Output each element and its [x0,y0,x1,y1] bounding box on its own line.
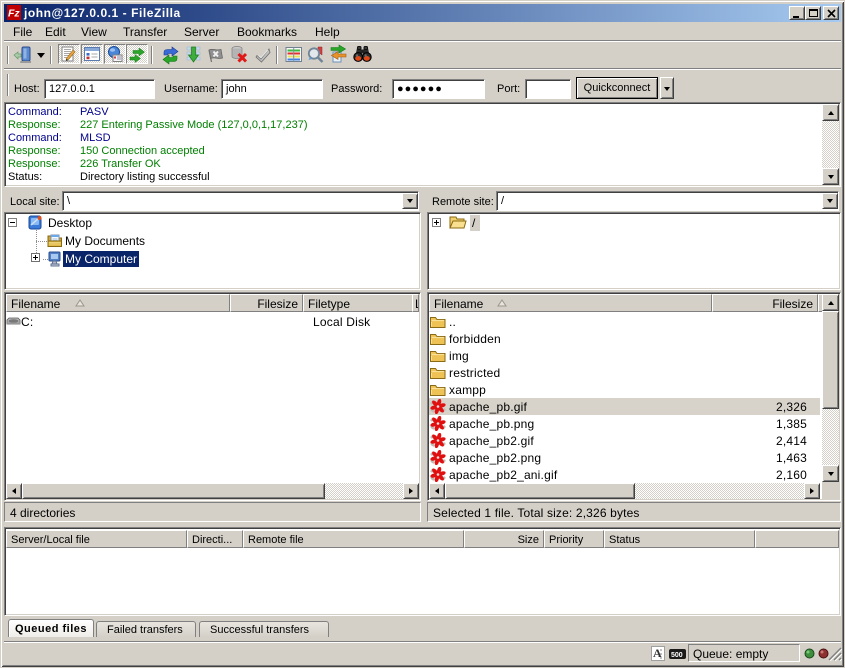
svg-text:500: 500 [671,652,683,659]
svg-text:Fz: Fz [8,8,20,20]
